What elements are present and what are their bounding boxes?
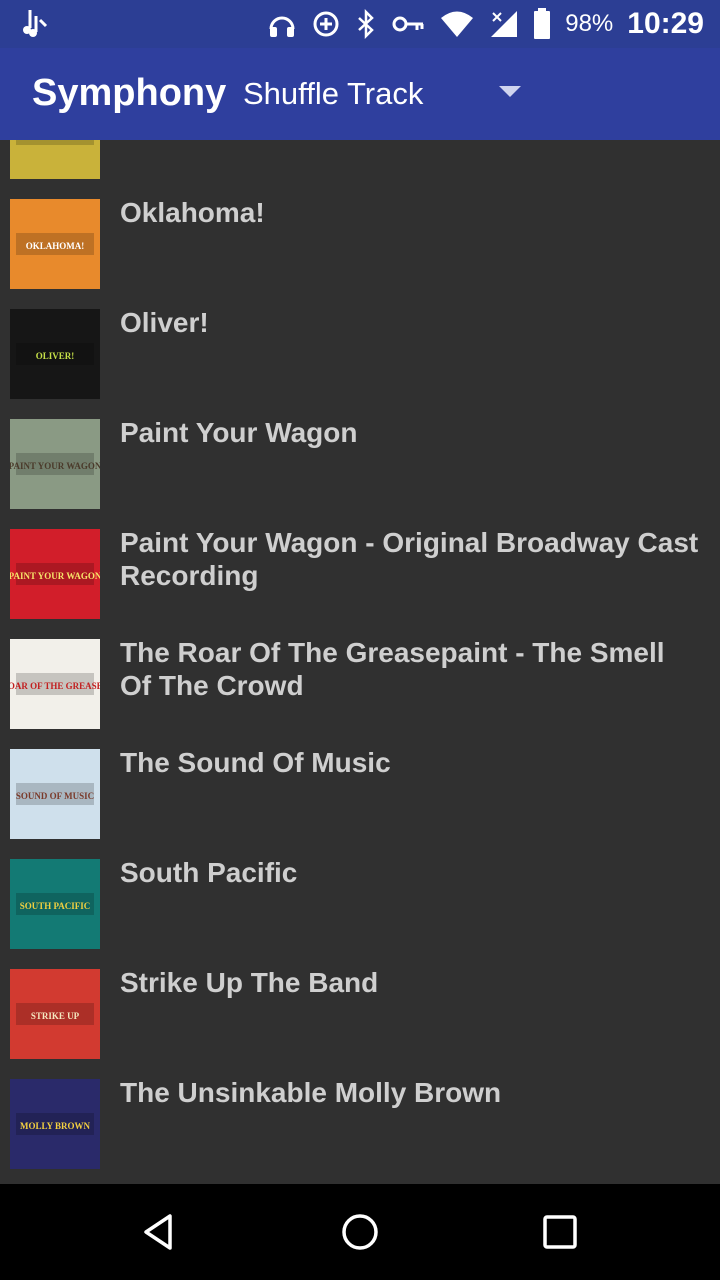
recents-icon[interactable] (536, 1208, 584, 1256)
album-title: Oliver! (120, 307, 209, 338)
svg-text:OKLAHOMA!: OKLAHOMA! (26, 241, 85, 251)
album-art-thumbnail: SOUND OF MUSIC (10, 749, 100, 839)
svg-text:PAINT YOUR WAGON: PAINT YOUR WAGON (10, 571, 100, 581)
wifi-icon (441, 11, 474, 37)
album-art-thumbnail: OLIVER! (10, 309, 100, 399)
album-list-item[interactable]: STRIKE UP Strike Up The Band (0, 950, 720, 1060)
album-list-item[interactable]: SOUTH PACIFIC South Pacific (0, 840, 720, 950)
album-title: The Roar Of The Greasepaint - The Smell … (120, 637, 665, 701)
bluetooth-icon (358, 9, 375, 39)
album-list-item[interactable]: HOLLOWAY (0, 140, 720, 180)
album-art-thumbnail: THE ROAR OF THE GREASEPAINT (10, 639, 100, 729)
album-title: The Sound Of Music (120, 747, 391, 778)
battery-icon (534, 8, 551, 39)
spinner-selected-value: Shuffle Track (243, 76, 424, 111)
album-list-item[interactable]: PAINT YOUR WAGON Paint Your Wagon (0, 400, 720, 510)
svg-text:MOLLY BROWN: MOLLY BROWN (20, 1121, 91, 1131)
vpn-key-icon (392, 16, 424, 32)
album-list-item[interactable]: OKLAHOMA! Oklahoma! (0, 180, 720, 290)
app-toolbar: Symphony Shuffle Track (0, 48, 720, 140)
svg-text:SOUTH PACIFIC: SOUTH PACIFIC (20, 901, 91, 911)
album-list-item[interactable]: MOLLY BROWN The Unsinkable Molly Brown (0, 1060, 720, 1170)
svg-text:OLIVER!: OLIVER! (36, 351, 75, 361)
album-list-item[interactable]: SOUND OF MUSIC The Sound Of Music (0, 730, 720, 840)
playback-mode-spinner[interactable]: Shuffle Track (243, 72, 533, 118)
album-list[interactable]: HOLLOWAY OKLAHOMA! Oklahoma! OLIVER! Oliver!… (0, 140, 720, 1184)
svg-text:STRIKE UP: STRIKE UP (31, 1011, 80, 1021)
battery-percentage: 98% (565, 10, 614, 37)
album-list-item[interactable]: OLIVER! Oliver! (0, 290, 720, 400)
album-list-item[interactable]: PAINT YOUR WAGON Paint Your Wagon - Origi… (0, 510, 720, 620)
data-saver-icon (313, 11, 339, 37)
album-title: Strike Up The Band (120, 967, 379, 998)
dropdown-caret-icon (499, 86, 521, 97)
navigation-bar (0, 1184, 720, 1280)
svg-text:PAINT YOUR WAGON: PAINT YOUR WAGON (10, 461, 100, 471)
cell-signal-icon (491, 11, 518, 37)
album-art-thumbnail: STRIKE UP (10, 969, 100, 1059)
album-art-thumbnail: SOUTH PACIFIC (10, 859, 100, 949)
album-art-thumbnail: PAINT YOUR WAGON (10, 529, 100, 619)
album-title: Oklahoma! (120, 197, 265, 228)
svg-text:THE ROAR OF THE GREASEPAINT: THE ROAR OF THE GREASEPAINT (10, 681, 100, 691)
album-list-item[interactable]: THE ROAR OF THE GREASEPAINT The Roar Of T… (0, 620, 720, 730)
app-title: Symphony (32, 72, 227, 114)
clock: 10:29 (627, 7, 704, 40)
music-app-icon (23, 10, 48, 37)
album-art-thumbnail: HOLLOWAY (10, 140, 100, 179)
album-title: South Pacific (120, 857, 298, 888)
svg-text:HOLLOWAY: HOLLOWAY (28, 140, 82, 141)
album-art-thumbnail: MOLLY BROWN (10, 1079, 100, 1169)
status-bar: 98% 10:29 (0, 0, 720, 48)
album-title: Paint Your Wagon - Original Broadway Cas… (120, 527, 699, 591)
home-icon[interactable] (336, 1208, 384, 1256)
svg-text:SOUND OF MUSIC: SOUND OF MUSIC (16, 791, 94, 801)
headphones-icon (269, 16, 295, 37)
album-title: Paint Your Wagon (120, 417, 358, 448)
album-art-thumbnail: PAINT YOUR WAGON (10, 419, 100, 509)
back-icon[interactable] (136, 1208, 184, 1256)
album-art-thumbnail: OKLAHOMA! (10, 199, 100, 289)
album-title: The Unsinkable Molly Brown (120, 1077, 502, 1108)
